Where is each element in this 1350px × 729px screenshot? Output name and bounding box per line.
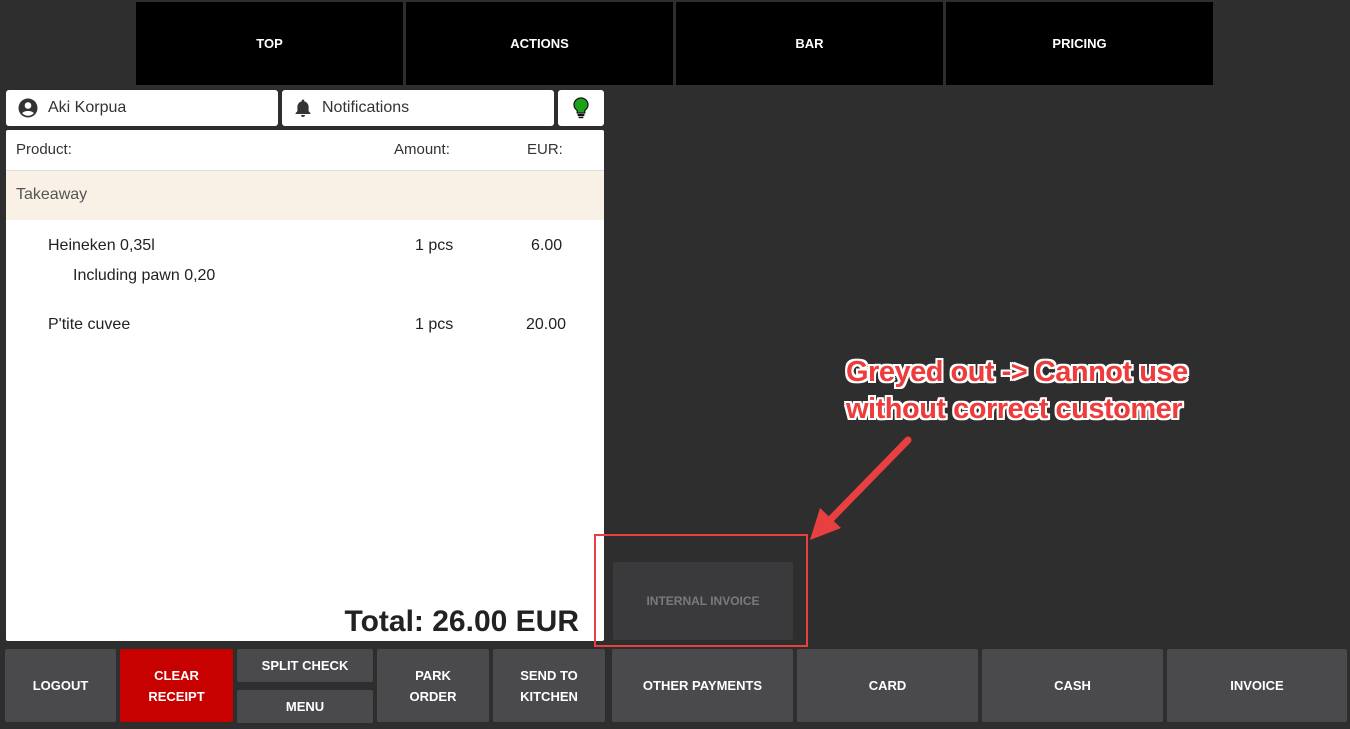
notifications-button[interactable]: Notifications [282,90,554,126]
tab-pricing[interactable]: PRICING [946,2,1213,85]
clear-receipt-label-1: CLEAR [154,667,199,683]
order-group-label: Takeaway [16,186,88,203]
item-amount: 1 pcs [415,316,454,333]
invoice-button[interactable]: INVOICE [1167,649,1347,722]
item-price: 6.00 [531,237,563,254]
send-to-kitchen-button[interactable]: SEND TO KITCHEN [493,649,605,722]
park-order-label-2: ORDER [409,688,457,704]
annotation-line-1: Greyed out -> Cannot use [846,356,1188,388]
card-button[interactable]: CARD [797,649,978,722]
split-check-button[interactable]: SPLIT CHECK [237,649,373,682]
send-to-kitchen-label-1: SEND TO [520,667,578,683]
bell-icon [295,99,311,117]
annotation-line-2: without correct customer [846,393,1183,425]
tab-top[interactable]: TOP [136,2,403,85]
park-order-button[interactable]: PARK ORDER [377,649,489,722]
receipt-total: Total: 26.00 EUR [344,605,579,638]
item-name: Heineken 0,35l [48,237,155,254]
clear-receipt-button[interactable]: CLEAR RECEIPT [120,649,233,722]
product-column-header: Product: [16,141,72,158]
item-note: Including pawn 0,20 [73,267,216,284]
user-circle-icon [18,98,38,118]
menu-button[interactable]: MENU [237,690,373,723]
order-group-row[interactable]: Takeaway [6,171,604,220]
tab-bar[interactable]: BAR [676,2,943,85]
clear-receipt-label-2: RECEIPT [148,688,205,704]
item-amount: 1 pcs [415,237,454,254]
receipt-header: Product: Amount: EUR: [6,130,604,171]
logout-button[interactable]: LOGOUT [5,649,116,722]
user-selector[interactable]: Aki Korpua [6,90,278,126]
item-name: P'tite cuvee [48,316,131,333]
amount-column-header: Amount: [394,141,450,158]
send-to-kitchen-label-2: KITCHEN [520,688,578,704]
status-light-button[interactable] [558,90,604,126]
other-payments-button[interactable]: OTHER PAYMENTS [612,649,793,722]
lightbulb-icon [573,97,589,119]
park-order-label-1: PARK [415,667,451,683]
annotation-text: Greyed out -> Cannot use without correct… [846,354,1188,428]
cash-button[interactable]: CASH [982,649,1163,722]
receipt-panel: Product: Amount: EUR: Takeaway Heineken … [6,130,604,641]
eur-column-header: EUR: [527,141,563,158]
notifications-label: Notifications [322,99,410,116]
highlight-box [594,534,808,647]
tab-actions[interactable]: ACTIONS [406,2,673,85]
item-price: 20.00 [526,316,567,333]
user-name: Aki Korpua [48,99,127,116]
